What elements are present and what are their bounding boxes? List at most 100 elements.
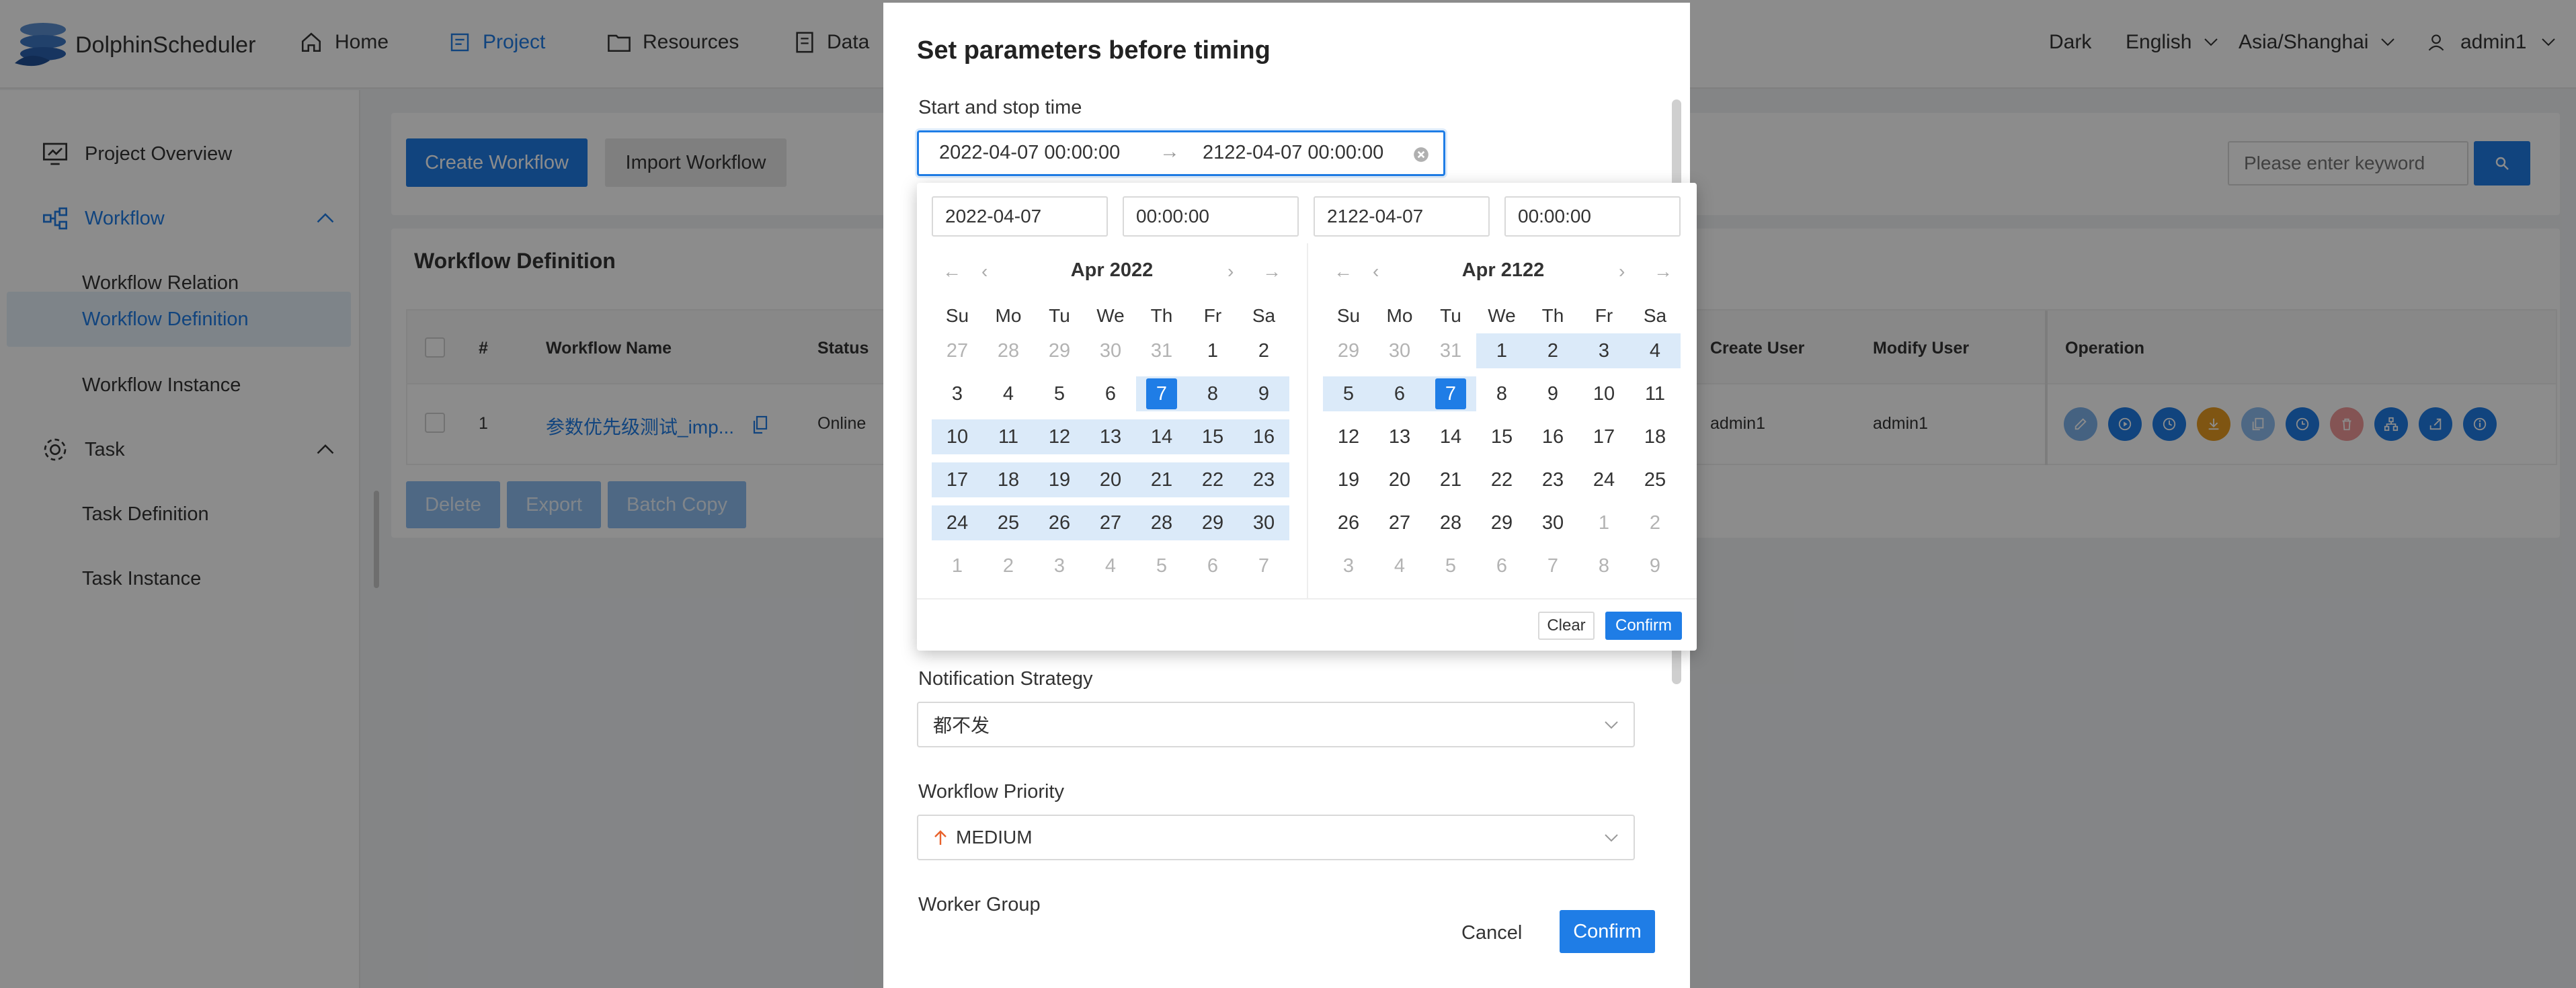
next-month-icon[interactable]: › (1619, 261, 1625, 282)
calendar-day[interactable]: 14 (1425, 419, 1476, 454)
calendar-day[interactable]: 30 (1085, 333, 1136, 368)
end-time-input[interactable]: 00:00:00 (1504, 196, 1681, 237)
calendar-day[interactable]: 20 (1085, 462, 1136, 497)
calendar-day[interactable]: 18 (1629, 419, 1681, 454)
prev-year-icon[interactable]: ← (942, 261, 961, 282)
calendar-day[interactable]: 2 (1238, 333, 1289, 368)
calendar-day[interactable]: 29 (1034, 333, 1085, 368)
calendar-day[interactable]: 10 (932, 419, 983, 454)
calendar-day[interactable]: 30 (1527, 505, 1578, 540)
calendar-day[interactable]: 30 (1238, 505, 1289, 540)
calendar-day[interactable]: 17 (1578, 419, 1629, 454)
prev-month-icon[interactable]: ‹ (1373, 261, 1379, 282)
picker-confirm-button[interactable]: Confirm (1605, 612, 1682, 640)
calendar-day[interactable]: 4 (983, 376, 1034, 411)
calendar-day[interactable]: 3 (1578, 333, 1629, 368)
calendar-day[interactable]: 5 (1323, 376, 1374, 411)
calendar-day[interactable]: 25 (1629, 462, 1681, 497)
calendar-day[interactable]: 15 (1187, 419, 1238, 454)
start-date-input[interactable]: 2022-04-07 (932, 196, 1108, 237)
calendar-day[interactable]: 15 (1476, 419, 1527, 454)
calendar-day[interactable]: 7 (1425, 376, 1476, 411)
calendar-day[interactable]: 13 (1085, 419, 1136, 454)
calendar-day[interactable]: 30 (1374, 333, 1425, 368)
calendar-day[interactable]: 1 (1187, 333, 1238, 368)
calendar-day[interactable]: 6 (1476, 548, 1527, 583)
calendar-day[interactable]: 13 (1374, 419, 1425, 454)
calendar-day[interactable]: 1 (1476, 333, 1527, 368)
end-date-input[interactable]: 2122-04-07 (1314, 196, 1490, 237)
calendar-day[interactable]: 12 (1323, 419, 1374, 454)
calendar-day[interactable]: 19 (1034, 462, 1085, 497)
calendar-day[interactable]: 23 (1238, 462, 1289, 497)
calendar-day[interactable]: 28 (1136, 505, 1187, 540)
calendar-day[interactable]: 31 (1136, 333, 1187, 368)
calendar-day[interactable]: 28 (983, 333, 1034, 368)
prev-year-icon[interactable]: ← (1334, 261, 1353, 282)
calendar-day[interactable]: 29 (1323, 333, 1374, 368)
calendar-day[interactable]: 24 (1578, 462, 1629, 497)
calendar-day[interactable]: 29 (1476, 505, 1527, 540)
calendar-day[interactable]: 3 (1034, 548, 1085, 583)
calendar-day[interactable]: 2 (983, 548, 1034, 583)
calendar-day[interactable]: 12 (1034, 419, 1085, 454)
calendar-day[interactable]: 7 (1136, 376, 1187, 411)
next-month-icon[interactable]: › (1227, 261, 1234, 282)
calendar-day[interactable]: 4 (1374, 548, 1425, 583)
calendar-day[interactable]: 25 (983, 505, 1034, 540)
calendar-day[interactable]: 27 (932, 333, 983, 368)
calendar-day[interactable]: 22 (1187, 462, 1238, 497)
start-time-input[interactable]: 00:00:00 (1123, 196, 1299, 237)
calendar-day[interactable]: 7 (1238, 548, 1289, 583)
cancel-button[interactable]: Cancel (1461, 922, 1522, 944)
next-year-icon[interactable]: → (1262, 261, 1281, 282)
picker-clear-button[interactable]: Clear (1538, 612, 1595, 640)
calendar-day[interactable]: 8 (1187, 376, 1238, 411)
calendar-day[interactable]: 6 (1374, 376, 1425, 411)
date-range-input[interactable]: 2022-04-07 00:00:00 → 2122-04-07 00:00:0… (917, 130, 1445, 176)
calendar-day[interactable]: 22 (1476, 462, 1527, 497)
calendar-day[interactable]: 5 (1034, 376, 1085, 411)
calendar-day[interactable]: 21 (1136, 462, 1187, 497)
priority-select[interactable]: MEDIUM (917, 815, 1635, 860)
calendar-day[interactable]: 29 (1187, 505, 1238, 540)
calendar-day[interactable]: 18 (983, 462, 1034, 497)
calendar-day[interactable]: 9 (1629, 548, 1681, 583)
calendar-day[interactable]: 27 (1374, 505, 1425, 540)
calendar-day[interactable]: 16 (1238, 419, 1289, 454)
calendar-day[interactable]: 10 (1578, 376, 1629, 411)
calendar-day[interactable]: 24 (932, 505, 983, 540)
calendar-day[interactable]: 6 (1085, 376, 1136, 411)
calendar-day[interactable]: 3 (932, 376, 983, 411)
next-year-icon[interactable]: → (1654, 261, 1673, 282)
calendar-day[interactable]: 8 (1578, 548, 1629, 583)
calendar-day[interactable]: 11 (983, 419, 1034, 454)
calendar-day[interactable]: 26 (1323, 505, 1374, 540)
calendar-day[interactable]: 31 (1425, 333, 1476, 368)
notification-select[interactable]: 都不发 (917, 702, 1635, 747)
prev-month-icon[interactable]: ‹ (981, 261, 988, 282)
calendar-day[interactable]: 8 (1476, 376, 1527, 411)
calendar-day[interactable]: 5 (1425, 548, 1476, 583)
calendar-day[interactable]: 23 (1527, 462, 1578, 497)
calendar-day[interactable]: 5 (1136, 548, 1187, 583)
calendar-day[interactable]: 28 (1425, 505, 1476, 540)
calendar-day[interactable]: 3 (1323, 548, 1374, 583)
calendar-day[interactable]: 16 (1527, 419, 1578, 454)
calendar-day[interactable]: 4 (1085, 548, 1136, 583)
calendar-day[interactable]: 21 (1425, 462, 1476, 497)
calendar-day[interactable]: 20 (1374, 462, 1425, 497)
calendar-day[interactable]: 1 (932, 548, 983, 583)
calendar-day[interactable]: 17 (932, 462, 983, 497)
calendar-day[interactable]: 14 (1136, 419, 1187, 454)
calendar-day[interactable]: 6 (1187, 548, 1238, 583)
calendar-day[interactable]: 2 (1629, 505, 1681, 540)
calendar-day[interactable]: 4 (1629, 333, 1681, 368)
calendar-day[interactable]: 2 (1527, 333, 1578, 368)
calendar-day[interactable]: 9 (1527, 376, 1578, 411)
calendar-day[interactable]: 26 (1034, 505, 1085, 540)
calendar-day[interactable]: 7 (1527, 548, 1578, 583)
confirm-button[interactable]: Confirm (1560, 910, 1655, 953)
calendar-day[interactable]: 1 (1578, 505, 1629, 540)
calendar-day[interactable]: 27 (1085, 505, 1136, 540)
